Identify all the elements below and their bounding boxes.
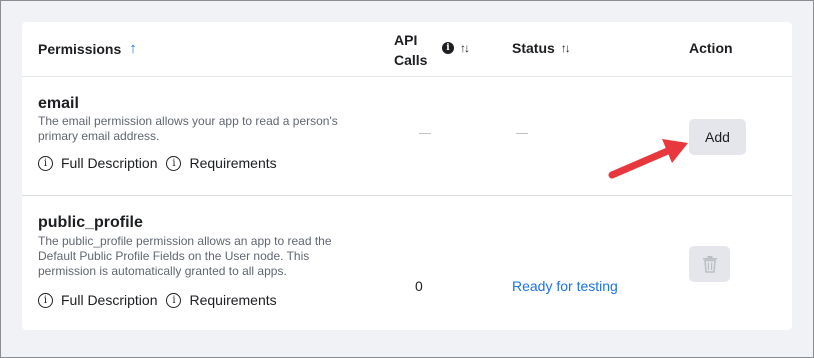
delete-button[interactable] xyxy=(689,246,730,282)
info-icon[interactable]: i xyxy=(442,42,454,54)
full-description-link[interactable]: i Full Description xyxy=(38,155,157,171)
requirements-link[interactable]: i Requirements xyxy=(166,292,277,308)
full-description-link[interactable]: i Full Description xyxy=(38,292,157,308)
add-button[interactable]: Add xyxy=(689,119,746,155)
header-status[interactable]: Status ↑↓ xyxy=(512,40,571,56)
header-permissions[interactable]: Permissions ↑ xyxy=(38,40,137,57)
table-header: Permissions ↑ API Calls i ↑↓ Status ↑↓ A… xyxy=(22,22,792,77)
sort-icon[interactable]: ↑↓ xyxy=(460,41,470,55)
info-circle-icon: i xyxy=(38,292,53,308)
header-api-calls: API Calls xyxy=(394,32,428,68)
requirements-link[interactable]: i Requirements xyxy=(166,155,277,171)
status-link[interactable]: Ready for testing xyxy=(512,278,618,294)
red-arrow-icon xyxy=(608,139,688,179)
table-row: public_profile The public_profile permis… xyxy=(22,197,792,330)
trash-icon xyxy=(702,256,717,273)
info-circle-icon: i xyxy=(166,155,182,171)
header-action: Action xyxy=(689,40,733,56)
permission-description: The public_profile permission allows an … xyxy=(38,234,332,278)
permission-description: The email permission allows your app to … xyxy=(38,114,338,143)
status-empty xyxy=(516,133,528,134)
sort-icon[interactable]: ↑↓ xyxy=(561,41,571,55)
api-calls-value: 0 xyxy=(415,278,423,294)
permission-links: i Full Description i Requirements xyxy=(38,155,286,171)
info-circle-icon: i xyxy=(38,155,53,171)
permission-name: public_profile xyxy=(38,214,143,231)
info-circle-icon: i xyxy=(166,292,182,308)
permission-links: i Full Description i Requirements xyxy=(38,292,286,308)
api-calls-empty xyxy=(419,133,431,134)
header-api-icons: i ↑↓ xyxy=(442,41,470,55)
arrow-up-icon[interactable]: ↑ xyxy=(129,40,137,57)
permission-name: email xyxy=(38,95,79,112)
